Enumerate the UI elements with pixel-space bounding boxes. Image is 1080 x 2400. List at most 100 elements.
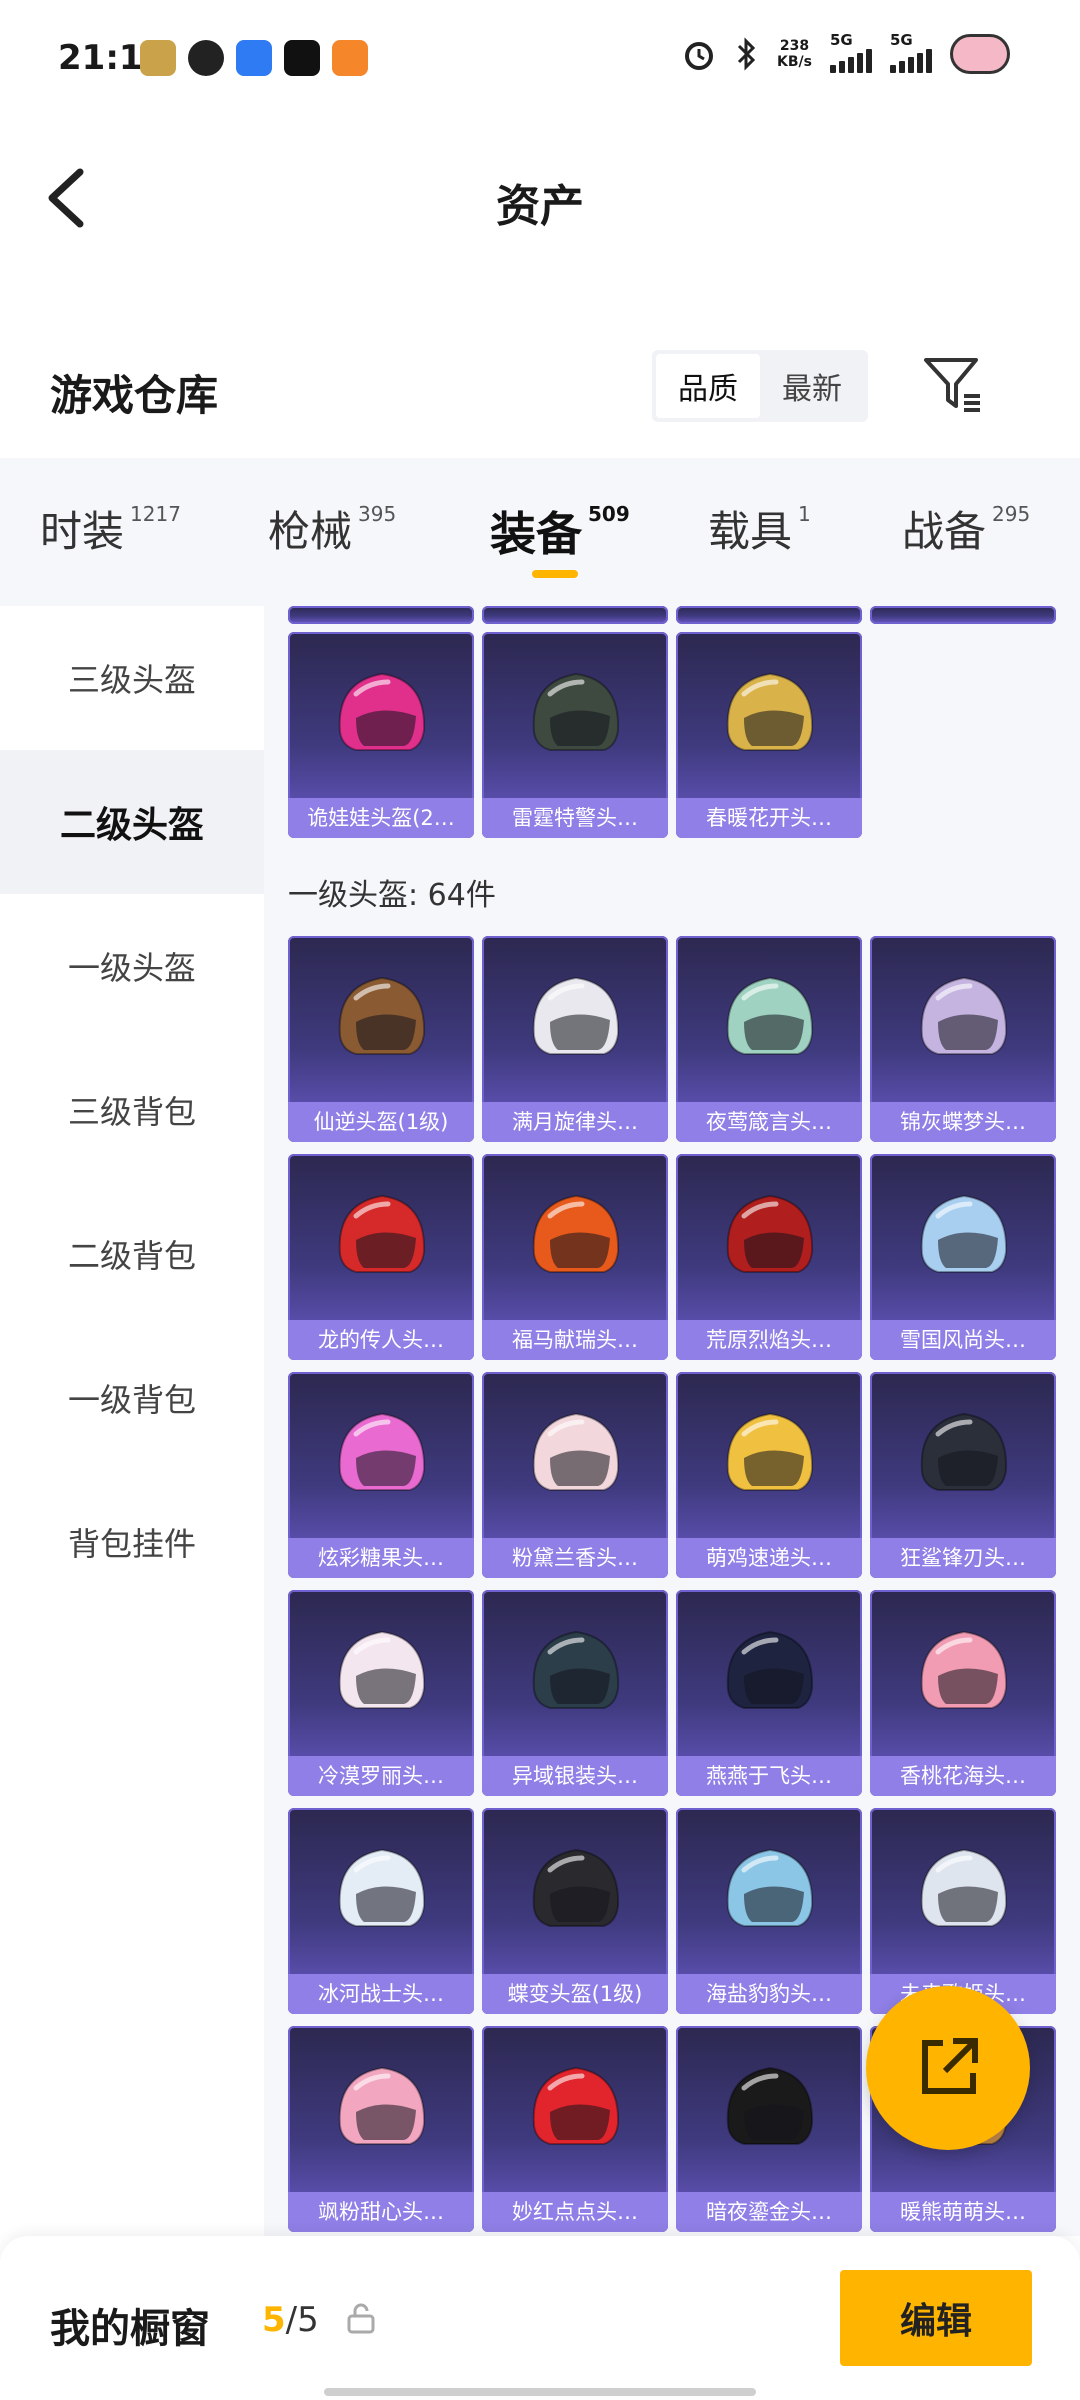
sim2-label: 5G	[890, 31, 913, 49]
page-title: 资产	[496, 181, 584, 232]
sim1-label: 5G	[830, 31, 853, 49]
tab-label: 枪械	[268, 507, 353, 556]
tab-supplies[interactable]: 战备 295	[902, 498, 1030, 559]
sort-option-newest[interactable]: 最新	[760, 354, 864, 418]
item-name: 暖熊萌萌头…	[870, 2192, 1056, 2232]
helmet-icon	[532, 2066, 620, 2145]
item-name: 满月旋律头…	[482, 1102, 668, 1142]
item-card[interactable]: 荒原烈焰头…	[676, 1154, 862, 1360]
item-card[interactable]: 香桃花海头…	[870, 1590, 1056, 1796]
item-name: 锦灰蝶梦头…	[870, 1102, 1056, 1142]
item-card[interactable]: 福马献瑞头…	[482, 1154, 668, 1360]
helmet-icon	[338, 1848, 426, 1927]
item-card[interactable]: 冰河战士头…	[288, 1808, 474, 2014]
tab-count: 509	[588, 502, 630, 526]
sort-option-quality[interactable]: 品质	[656, 354, 760, 418]
item-card[interactable]: 雷霆特警头…	[482, 632, 668, 838]
item-name: 仙逆头盔(1级)	[288, 1102, 474, 1142]
helmet-icon	[532, 1412, 620, 1491]
sidebar-item-level3-backpack[interactable]: 三级背包	[0, 1038, 264, 1182]
item-card[interactable]: 仙逆头盔(1级)	[288, 936, 474, 1142]
sidebar-item-backpack-charm[interactable]: 背包挂件	[0, 1470, 264, 1614]
helmet-icon	[338, 1412, 426, 1491]
filter-icon[interactable]	[922, 356, 982, 414]
item-card[interactable]: 炫彩糖果头…	[288, 1372, 474, 1578]
sidebar-item-level2-backpack[interactable]: 二级背包	[0, 1182, 264, 1326]
item-card[interactable]: 诡娃娃头盔(2…	[288, 632, 474, 838]
item-card[interactable]: 锦灰蝶梦头…	[870, 936, 1056, 1142]
item-card[interactable]: 萌鸡速递头…	[676, 1372, 862, 1578]
sidebar-item-level3-helmet[interactable]: 三级头盔	[0, 606, 264, 750]
item-card[interactable]: 异域银装头…	[482, 1590, 668, 1796]
assets-page: 21:17 238 KB/s 5G 5G 资产 游戏仓库 品质 最新 时装 12…	[0, 0, 1080, 2400]
helmet-icon	[338, 976, 426, 1055]
network-speed: 238 KB/s	[777, 38, 812, 70]
item-card[interactable]: 粉黛兰香头…	[482, 1372, 668, 1578]
item-card[interactable]: 海盐豹豹头…	[676, 1808, 862, 2014]
helmet-icon	[726, 976, 814, 1055]
item-name: 蝶变头盔(1级)	[482, 1974, 668, 2014]
item-card[interactable]: 冷漠罗丽头…	[288, 1590, 474, 1796]
item-card-partial[interactable]	[676, 606, 862, 624]
item-name: 冷漠罗丽头…	[288, 1756, 474, 1796]
bluetooth-icon	[737, 37, 756, 71]
item-name: 萌鸡速递头…	[676, 1538, 862, 1578]
tab-equipment[interactable]: 装备 509	[490, 498, 630, 564]
item-name: 雪国风尚头…	[870, 1320, 1056, 1360]
sidebar-item-level1-helmet[interactable]: 一级头盔	[0, 894, 264, 1038]
helmet-icon	[532, 1194, 620, 1273]
item-card[interactable]: 未来歌姬头…	[870, 1808, 1056, 2014]
tab-weapons[interactable]: 枪械 395	[268, 498, 396, 559]
tab-label: 装备	[490, 507, 582, 561]
item-card-partial[interactable]	[870, 606, 1056, 624]
edit-button[interactable]: 编辑	[840, 2270, 1032, 2366]
item-name: 炫彩糖果头…	[288, 1538, 474, 1578]
notes-app-icon	[236, 40, 272, 76]
helmet-icon	[920, 1194, 1008, 1273]
tab-label: 战备	[902, 507, 987, 556]
tab-vehicles[interactable]: 载具 1	[708, 498, 811, 559]
notification-icons	[140, 40, 368, 76]
share-fab[interactable]	[866, 1986, 1030, 2150]
warehouse-title: 游戏仓库	[50, 371, 219, 420]
item-card-partial[interactable]	[482, 606, 668, 624]
item-name: 春暖花开头…	[676, 798, 862, 838]
media-app-icon	[284, 40, 320, 76]
item-card[interactable]: 蝶变头盔(1级)	[482, 1808, 668, 2014]
network-speed-value: 238	[779, 38, 810, 54]
item-card[interactable]: 狂鲨锋刃头…	[870, 1372, 1056, 1578]
sort-toggle: 品质 最新	[652, 350, 868, 422]
sidebar-item-level1-backpack[interactable]: 一级背包	[0, 1326, 264, 1470]
item-name: 冰河战士头…	[288, 1974, 474, 2014]
sidebar-item-level2-helmet[interactable]: 二级头盔	[0, 750, 264, 894]
showcase-label: 我的橱窗	[50, 2306, 210, 2352]
item-card[interactable]: 燕燕于飞头…	[676, 1590, 862, 1796]
tab-label: 载具	[708, 507, 793, 556]
item-card[interactable]: 雪国风尚头…	[870, 1154, 1056, 1360]
tab-fashion[interactable]: 时装 1217	[40, 498, 181, 559]
section-label-level1-helmet: 一级头盔: 64件	[288, 878, 496, 913]
item-card[interactable]: 龙的传人头…	[288, 1154, 474, 1360]
tab-count: 295	[992, 502, 1031, 526]
item-name: 妙红点点头…	[482, 2192, 668, 2232]
showcase-current: 5	[262, 2300, 286, 2340]
helmet-icon	[532, 1848, 620, 1927]
helmet-icon	[920, 1848, 1008, 1927]
tab-count: 1217	[130, 502, 181, 526]
helmet-icon	[726, 1848, 814, 1927]
home-indicator[interactable]	[324, 2388, 756, 2396]
helmet-icon	[726, 1194, 814, 1273]
item-card[interactable]: 暗夜鎏金头…	[676, 2026, 862, 2232]
item-name: 狂鲨锋刃头…	[870, 1538, 1056, 1578]
item-card[interactable]: 春暖花开头…	[676, 632, 862, 838]
item-name: 暗夜鎏金头…	[676, 2192, 862, 2232]
item-card[interactable]: 夜莺箴言头…	[676, 936, 862, 1142]
item-card[interactable]: 飒粉甜心头…	[288, 2026, 474, 2232]
item-name: 福马献瑞头…	[482, 1320, 668, 1360]
item-card[interactable]: 妙红点点头…	[482, 2026, 668, 2232]
item-card[interactable]: 满月旋律头…	[482, 936, 668, 1142]
item-card-partial[interactable]	[288, 606, 474, 624]
item-name: 异域银装头…	[482, 1756, 668, 1796]
game-app-icon	[140, 40, 176, 76]
showcase-total: /5	[285, 2300, 319, 2340]
